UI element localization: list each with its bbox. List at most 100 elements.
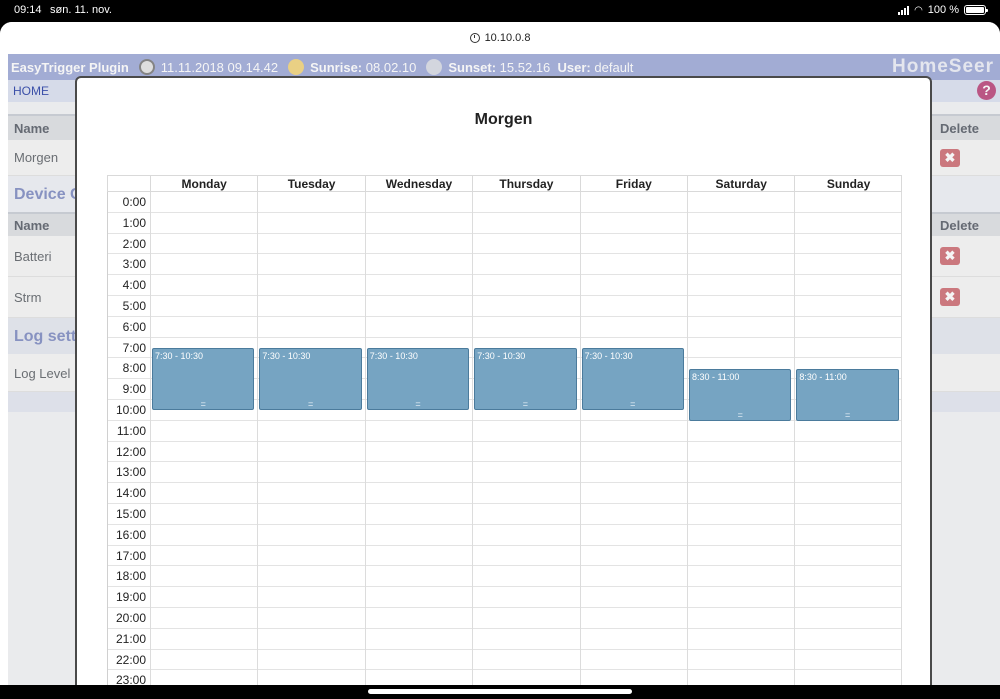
- grid-column-line: [364, 192, 366, 685]
- hour-label: 22:00: [115, 652, 146, 667]
- day-header-wednesday: Wednesday: [364, 176, 472, 192]
- hour-label: 12:00: [115, 444, 146, 459]
- status-date: søn. 11. nov.: [50, 4, 112, 16]
- hour-label: 10:00: [115, 403, 146, 417]
- day-header-sunday: Sunday: [794, 176, 901, 192]
- event-time-label: 7:30 - 10:30: [155, 351, 204, 361]
- hour-row[interactable]: 1:00: [107, 213, 902, 234]
- hour-label: 0:00: [122, 195, 146, 209]
- hour-row[interactable]: 4:00: [107, 275, 902, 296]
- time-column-header: [107, 176, 150, 192]
- hour-row[interactable]: 12:00: [107, 442, 902, 463]
- event-time-label: 7:30 - 10:30: [477, 351, 526, 361]
- battery-icon: [964, 5, 988, 15]
- hour-label: 15:00: [115, 507, 146, 521]
- grid-column-line: [579, 192, 581, 685]
- hour-row[interactable]: 14:00: [107, 483, 902, 504]
- hour-label: 20:00: [115, 611, 146, 625]
- hour-label: 21:00: [115, 631, 146, 646]
- hour-row[interactable]: 21:00: [107, 629, 902, 650]
- hour-label: 14:00: [115, 486, 146, 501]
- resize-handle-icon[interactable]: =: [690, 410, 790, 419]
- hour-label: 23:00: [115, 673, 146, 685]
- schedule-event-friday[interactable]: 7:30 - 10:30 =: [581, 348, 684, 411]
- hour-label: 19:00: [115, 590, 146, 605]
- hour-label: 2:00: [122, 236, 146, 251]
- event-time-label: 7:30 - 10:30: [369, 351, 418, 361]
- weekly-calendar: Monday Tuesday Wednesday Thursday Friday Satu…: [107, 175, 902, 685]
- hour-row[interactable]: 3:00: [107, 254, 902, 276]
- grid-column-line: [257, 192, 259, 685]
- hour-row[interactable]: 13:00: [107, 462, 902, 484]
- event-time-label: 8:30 - 11:00: [692, 371, 740, 382]
- hour-row[interactable]: 0:00: [107, 192, 902, 213]
- resize-handle-icon[interactable]: =: [797, 410, 897, 419]
- hour-label: 7:00: [122, 340, 146, 355]
- hour-row[interactable]: 5:00: [107, 296, 902, 317]
- hour-row[interactable]: 17:00: [107, 546, 902, 567]
- hour-label: 3:00: [122, 257, 146, 272]
- calendar-header: Monday Tuesday Wednesday Thursday Friday Satu…: [107, 175, 902, 192]
- day-header-monday: Monday: [150, 176, 257, 192]
- schedule-event-monday[interactable]: 7:30 - 10:30 =: [152, 348, 255, 411]
- browser-screen: 10.10.0.8 EasyTrigger Plugin 11.11.2018 …: [0, 22, 1000, 685]
- schedule-event-thursday[interactable]: 7:30 - 10:30 =: [474, 348, 577, 411]
- schedule-event-tuesday[interactable]: 7:30 - 10:30 =: [259, 348, 362, 411]
- day-header-tuesday: Tuesday: [257, 176, 364, 192]
- event-time-label: 8:30 - 11:00: [799, 371, 847, 382]
- battery-percent: 100 %: [927, 4, 959, 16]
- address-bar[interactable]: 10.10.0.8: [0, 22, 1000, 54]
- day-header-thursday: Thursday: [472, 176, 579, 192]
- device-frame: 09:14 søn. 11. nov. ◠ 100 % 10.10.0.8 Ea…: [0, 0, 1000, 699]
- schedule-event-sunday[interactable]: 8:30 - 11:00 =: [796, 368, 899, 421]
- grid-column-line: [794, 192, 796, 685]
- wifi-icon: ◠: [914, 4, 923, 16]
- signal-icon: [898, 5, 910, 15]
- hour-row[interactable]: 6:00: [107, 317, 902, 338]
- hour-label: 8:00: [122, 361, 146, 376]
- hour-row[interactable]: 22:00: [107, 650, 902, 671]
- hour-row[interactable]: 11:00: [107, 421, 902, 442]
- day-header-saturday: Saturday: [687, 176, 794, 192]
- hour-row[interactable]: 23:00: [107, 670, 902, 685]
- hour-row[interactable]: 2:00: [107, 234, 902, 255]
- dialog-title: Morgen: [474, 111, 533, 128]
- calendar-grid[interactable]: 0:00 1:00 2:00 3:00 4:00 5:00 6:00 7:00 8:00 9:00…: [107, 192, 902, 685]
- grid-column-line: [900, 192, 902, 685]
- ios-status-bar: 09:14 søn. 11. nov. ◠ 100 %: [0, 0, 1000, 22]
- url-text[interactable]: 10.10.0.8: [485, 32, 531, 44]
- hour-row[interactable]: 20:00: [107, 608, 902, 629]
- hour-label: 4:00: [122, 278, 146, 293]
- event-time-label: 7:30 - 10:30: [584, 351, 633, 361]
- resize-handle-icon[interactable]: =: [153, 400, 253, 409]
- hour-label: 17:00: [115, 548, 146, 563]
- schedule-event-wednesday[interactable]: 7:30 - 10:30 =: [366, 348, 470, 411]
- hour-row[interactable]: 18:00: [107, 566, 902, 588]
- schedule-dialog: Morgen Monday Tuesday Wednesday Thursday Fri…: [75, 76, 932, 685]
- hour-label: 5:00: [122, 299, 146, 313]
- resize-handle-icon[interactable]: =: [260, 400, 360, 409]
- hour-label: 16:00: [115, 527, 146, 542]
- hour-row[interactable]: 16:00: [107, 525, 902, 546]
- page-info-icon[interactable]: [469, 33, 480, 43]
- hour-label: 6:00: [122, 319, 146, 334]
- resize-handle-icon[interactable]: =: [368, 400, 468, 409]
- grid-column-line: [150, 192, 151, 685]
- hour-row[interactable]: 19:00: [107, 587, 902, 608]
- hour-label: 1:00: [122, 215, 146, 230]
- day-header-friday: Friday: [579, 176, 687, 192]
- grid-column-line: [687, 192, 688, 685]
- status-time: 09:14: [14, 4, 42, 16]
- resize-handle-icon[interactable]: =: [583, 400, 683, 409]
- grid-column-line: [107, 192, 108, 685]
- event-time-label: 7:30 - 10:30: [262, 351, 311, 361]
- hour-label: 11:00: [116, 423, 146, 438]
- home-indicator[interactable]: [368, 689, 632, 694]
- header-right-border: [900, 176, 902, 192]
- schedule-event-saturday[interactable]: 8:30 - 11:00 =: [689, 368, 792, 421]
- hour-label: 18:00: [115, 569, 146, 584]
- hour-label: 9:00: [122, 382, 146, 397]
- resize-handle-icon[interactable]: =: [475, 400, 575, 409]
- hour-row[interactable]: 15:00: [107, 504, 902, 525]
- hour-label: 13:00: [115, 465, 146, 480]
